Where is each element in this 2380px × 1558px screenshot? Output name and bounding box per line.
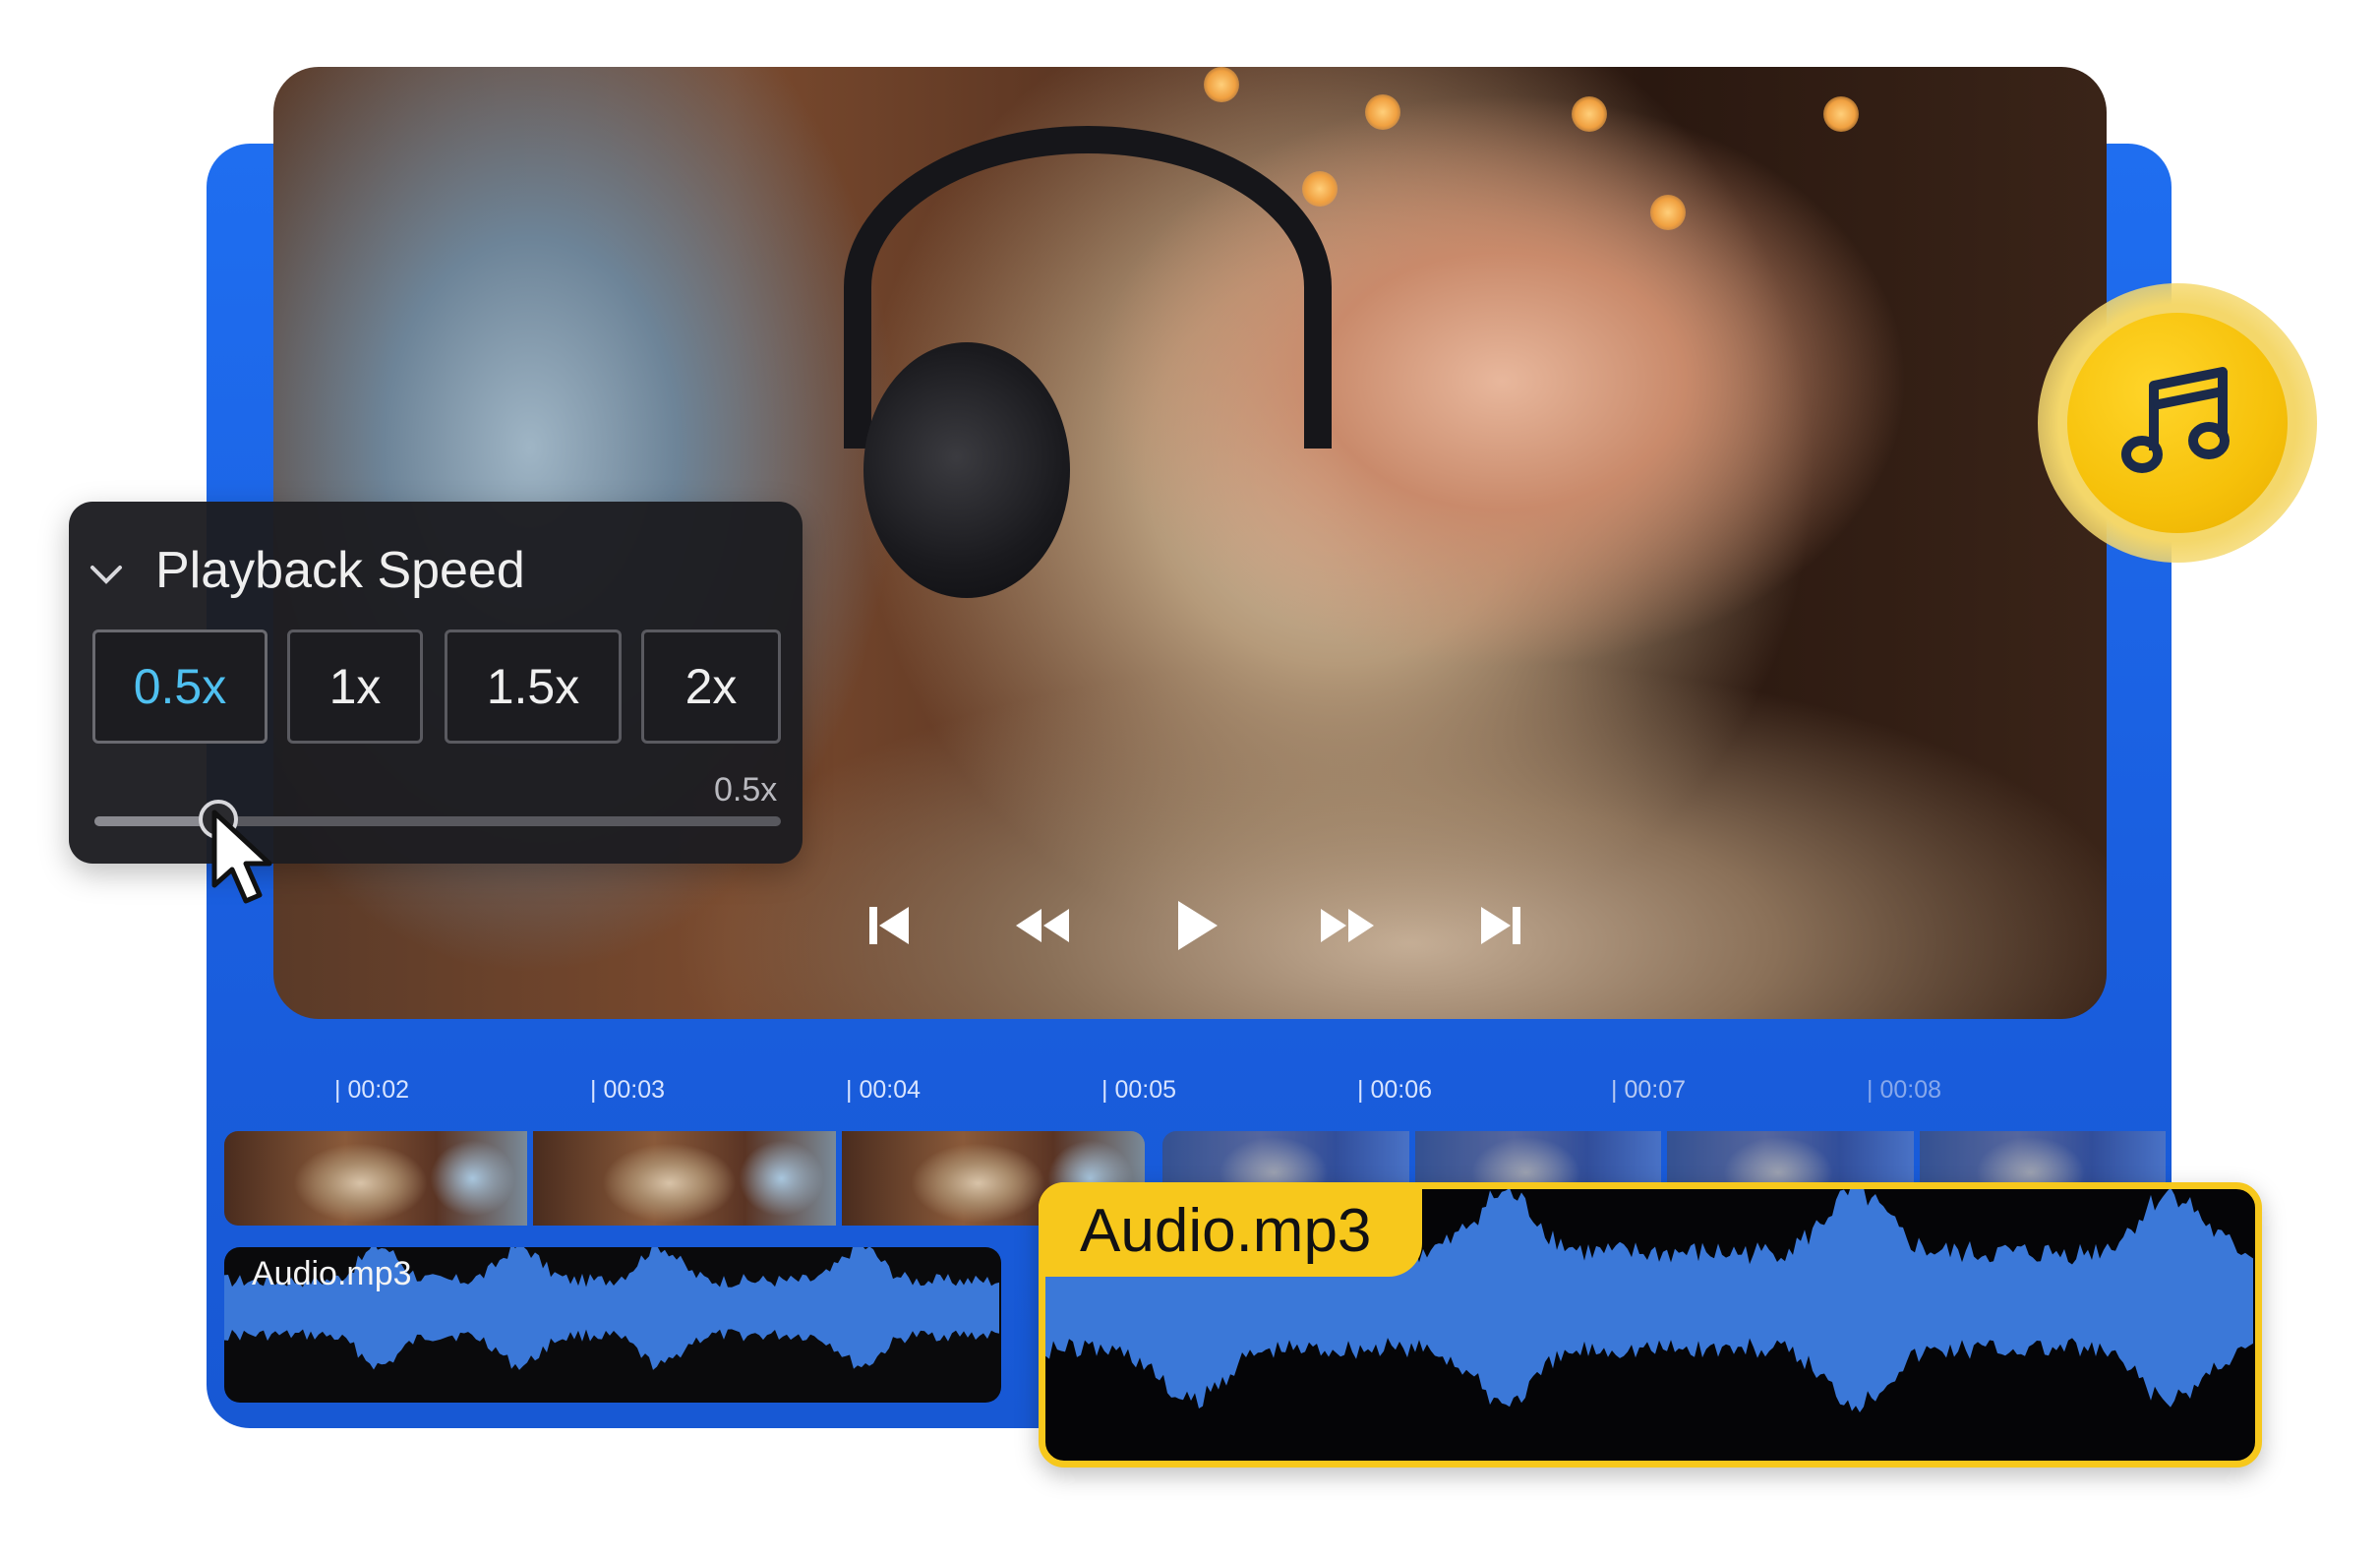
speed-option-2x[interactable]: 2x — [641, 629, 781, 744]
cursor-icon — [211, 809, 272, 904]
timeline-tick: | 00:07 — [1611, 1076, 1687, 1104]
play-button[interactable] — [1160, 891, 1229, 960]
rewind-button[interactable] — [1008, 891, 1077, 960]
timeline-tick: | 00:04 — [846, 1076, 922, 1104]
timeline-tick: | 00:05 — [1101, 1076, 1177, 1104]
video-thumbnail — [533, 1131, 836, 1226]
skip-back-icon — [869, 907, 909, 944]
video-track[interactable] — [224, 1131, 1145, 1226]
selected-audio-clip-label: Audio.mp3 — [1080, 1197, 1372, 1265]
video-thumbnail — [1162, 1131, 1409, 1190]
video-thumbnail — [1667, 1131, 1914, 1190]
bokeh-light — [1823, 96, 1859, 132]
music-note-icon — [2121, 367, 2230, 473]
bokeh-light — [1204, 67, 1239, 102]
video-track-continued[interactable] — [1162, 1131, 2172, 1190]
speed-option-0-5x[interactable]: 0.5x — [92, 629, 268, 744]
skip-to-start-button[interactable] — [856, 891, 924, 960]
fast-forward-button[interactable] — [1313, 891, 1382, 960]
video-thumbnail — [1414, 1131, 1661, 1190]
bokeh-light — [1650, 195, 1686, 230]
audio-clip-label: Audio.mp3 — [252, 1255, 412, 1292]
timeline-tick: | 00:08 — [1867, 1076, 1942, 1104]
skip-to-end-button[interactable] — [1465, 891, 1534, 960]
media-controls — [856, 891, 1544, 960]
speed-option-1-5x[interactable]: 1.5x — [445, 629, 622, 744]
skip-forward-icon — [1481, 907, 1520, 944]
timeline-tick: | 00:02 — [334, 1076, 410, 1104]
speed-value-label: 0.5x — [714, 771, 778, 809]
headphone-earcup — [863, 342, 1070, 598]
panel-title: Playback Speed — [155, 542, 525, 599]
timeline-tick: | 00:03 — [590, 1076, 666, 1104]
video-thumbnail — [1919, 1131, 2166, 1190]
video-thumbnail — [224, 1131, 527, 1226]
rewind-icon — [1016, 909, 1069, 942]
chevron-down-icon[interactable] — [87, 555, 126, 594]
play-icon — [1178, 901, 1218, 950]
bokeh-light — [1365, 94, 1400, 130]
bokeh-light — [1572, 96, 1607, 132]
bokeh-light — [1302, 171, 1338, 207]
speed-option-1x[interactable]: 1x — [287, 629, 423, 744]
fast-forward-icon — [1321, 909, 1374, 942]
timeline-tick: | 00:06 — [1357, 1076, 1433, 1104]
